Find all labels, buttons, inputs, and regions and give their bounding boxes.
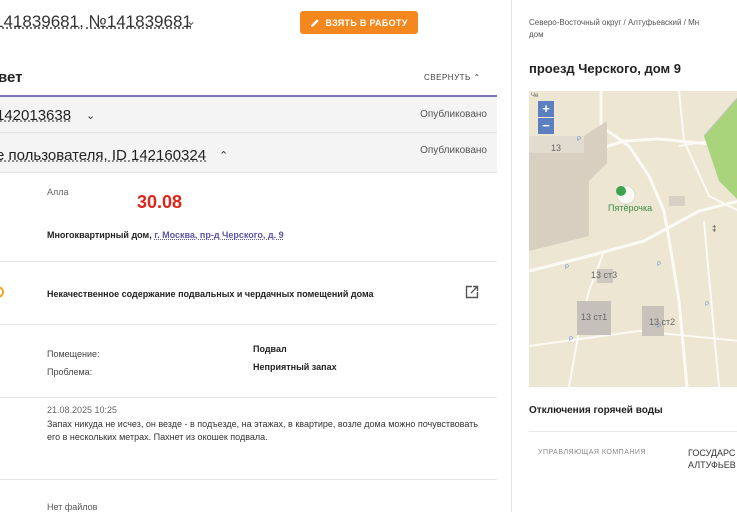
map-canvas[interactable]: P P P P P P ‡ xyxy=(529,91,737,387)
management-company-line: ГОСУДАРС xyxy=(688,448,736,458)
breadcrumb-line[interactable]: дом xyxy=(529,29,737,41)
ticket-header: 141839681, №141839681 ⌄ ВЗЯТЬ В РАБОТУ xyxy=(0,8,505,36)
zoom-in-button[interactable]: + xyxy=(538,101,554,117)
status-badge: Опубликовано xyxy=(420,145,487,156)
address-title: проезд Черского, дом 9 xyxy=(529,61,681,76)
comment-date: 21.08.2025 10:25 xyxy=(47,405,118,415)
subticket-row[interactable]: 142013638 ⌄ Опубликовано xyxy=(0,97,497,133)
detail-label: Проблема: xyxy=(47,367,93,377)
divider xyxy=(0,397,497,398)
collapse-label: СВЕРНУТЬ xyxy=(424,73,471,82)
ticket-title[interactable]: 141839681, №141839681 xyxy=(0,12,192,32)
divider xyxy=(0,479,497,480)
map-building-label: 13 ст2 xyxy=(649,317,676,327)
svg-text:P: P xyxy=(705,302,709,308)
external-link-icon[interactable] xyxy=(465,285,479,299)
status-badge: Опубликовано xyxy=(420,109,487,120)
detail-value: Подвал xyxy=(253,344,287,354)
map-building-label: 13 xyxy=(551,143,562,153)
svg-text:P: P xyxy=(577,137,581,143)
divider xyxy=(529,431,737,432)
handwritten-annotation: 30.08 xyxy=(137,192,183,212)
chevron-down-icon[interactable]: ⌄ xyxy=(186,14,196,28)
author-name: Алла xyxy=(47,187,69,197)
map[interactable]: P P P P P P ‡ Че + − 13 Пятёрочка 13 ст3… xyxy=(529,91,737,387)
ticket-panel: 141839681, №141839681 ⌄ ВЗЯТЬ В РАБОТУ в… xyxy=(0,0,505,512)
management-company-label: УПРАВЛЯЮЩАЯ КОМПАНИЯ xyxy=(538,449,647,456)
map-street-label: Че xyxy=(531,93,539,99)
answer-section-header: вет СВЕРНУТЬ ⌃ xyxy=(0,62,497,92)
answer-section-title: вет xyxy=(0,69,23,86)
zoom-out-button[interactable]: − xyxy=(538,118,554,134)
breadcrumb-line[interactable]: Северо-Восточный округ / Алтуфьевский / … xyxy=(529,17,737,29)
detail-value: Неприятный запах xyxy=(253,362,337,372)
take-to-work-label: ВЗЯТЬ В РАБОТУ xyxy=(325,17,408,28)
map-building-label: 13 ст3 xyxy=(591,270,618,280)
category-status-icon xyxy=(0,286,4,298)
problem-category: Некачественное содержание подвальных и ч… xyxy=(47,289,374,299)
divider xyxy=(0,324,497,325)
detail-label: Помещение: xyxy=(47,349,100,359)
detail-row: Проблема: Неприятный запах xyxy=(47,362,447,377)
pencil-icon xyxy=(311,18,320,27)
management-company-value: ГОСУДАРС АЛТУФЬЕВ xyxy=(688,447,736,471)
subticket-title[interactable]: 142013638 xyxy=(0,107,71,124)
files-empty-label: Нет файлов xyxy=(47,502,98,512)
object-type: Многоквартирный дом, xyxy=(47,230,152,240)
object-address: Многоквартирный дом, г. Москва, пр-д Чер… xyxy=(47,230,284,240)
map-building-label: 13 ст1 xyxy=(581,312,608,322)
svg-text:P: P xyxy=(657,262,661,268)
hot-water-title: Отключения горячей воды xyxy=(529,405,663,416)
address-link[interactable]: г. Москва, пр-д Черского, д. 9 xyxy=(154,230,283,240)
take-to-work-button[interactable]: ВЗЯТЬ В РАБОТУ xyxy=(300,11,418,34)
comment-text: Запах никуда не исчез, он везде - в подъ… xyxy=(47,419,478,442)
map-shop-label: Пятёрочка xyxy=(608,203,653,213)
breadcrumb: Северо-Восточный округ / Алтуфьевский / … xyxy=(529,17,737,41)
chevron-up-icon[interactable]: ⌃ xyxy=(219,149,228,162)
chevron-up-icon: ⌃ xyxy=(473,73,481,82)
management-company-line: АЛТУФЬЕВ xyxy=(688,460,736,470)
svg-text:‡: ‡ xyxy=(712,224,716,233)
divider xyxy=(0,261,497,262)
chevron-down-icon[interactable]: ⌄ xyxy=(86,109,95,122)
subticket-row[interactable]: е пользователя, ID 142160324 ⌃ Опубликов… xyxy=(0,133,497,173)
collapse-button[interactable]: СВЕРНУТЬ ⌃ xyxy=(424,73,481,82)
svg-text:P: P xyxy=(569,337,573,343)
svg-text:P: P xyxy=(565,265,569,271)
address-panel: Северо-Восточный округ / Алтуфьевский / … xyxy=(512,0,737,512)
subticket-title[interactable]: е пользователя, ID 142160324 xyxy=(0,147,206,164)
page: 141839681, №141839681 ⌄ ВЗЯТЬ В РАБОТУ в… xyxy=(0,0,737,512)
detail-row: Помещение: Подвал xyxy=(47,344,447,359)
